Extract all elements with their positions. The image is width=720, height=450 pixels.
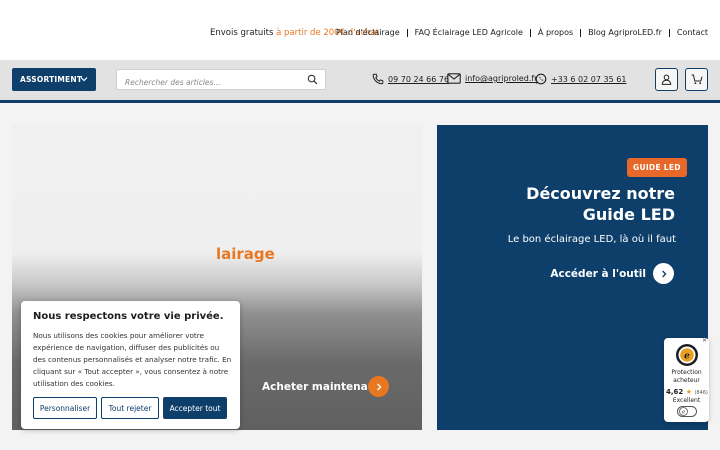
email-address: info@agriproled.fr (465, 74, 538, 83)
trust-rating: 4,62 ★ (846) (666, 388, 708, 396)
guide-badge: GUIDE LED (627, 158, 687, 177)
trust-review-count: (846) (694, 390, 708, 396)
search-icon[interactable] (307, 74, 318, 85)
guide-tool-button[interactable] (653, 263, 674, 284)
trusted-seal-icon: e (676, 344, 698, 366)
trust-verdict: Excellent (672, 397, 701, 404)
link-contact[interactable]: Contact (677, 28, 708, 37)
chevron-down-icon (80, 77, 88, 82)
link-lighting-plan[interactable]: Plan d'éclairage (336, 28, 400, 37)
phone-icon (372, 73, 384, 85)
link-faq[interactable]: FAQ Éclairage LED Agricole (415, 28, 523, 37)
trust-label: Protection acheteur (671, 369, 702, 384)
guide-tool-link[interactable]: Accéder à l'outil (550, 268, 646, 280)
whatsapp-contact[interactable]: +33 6 02 07 35 61 (535, 73, 626, 85)
top-links: Plan d'éclairage FAQ Éclairage LED Agric… (336, 28, 708, 37)
hero-partial-heading: lairage (216, 245, 275, 263)
svg-text:e: e (684, 352, 690, 362)
assortment-menu-button[interactable]: ASSORTIMENT (12, 68, 96, 91)
cookie-reject-button[interactable]: Tout rejeter (101, 397, 159, 419)
buy-now-button[interactable] (368, 376, 389, 397)
cookie-text: Nous utilisons des cookies pour améliore… (33, 331, 232, 388)
link-separator (580, 28, 582, 37)
search-box (116, 69, 326, 92)
email-contact[interactable]: info@agriproled.fr (447, 73, 537, 84)
user-icon (661, 74, 672, 85)
account-button[interactable] (655, 68, 678, 91)
nav-divider (0, 100, 720, 103)
cookie-accept-button[interactable]: Accepter tout (163, 397, 227, 419)
guide-title: Découvrez notre Guide LED (526, 184, 675, 224)
mail-icon (447, 73, 461, 84)
link-blog[interactable]: Blog AgriproLED.fr (588, 28, 662, 37)
cookie-consent-dialog: Nous respectons votre vie privée. Nous u… (21, 301, 240, 429)
close-icon[interactable]: ✕ (702, 337, 707, 344)
phone-number: 09 70 24 66 76 (388, 74, 450, 84)
cookie-title: Nous respectons votre vie privée. (33, 311, 224, 322)
trust-score: 4,62 (666, 388, 684, 396)
link-about[interactable]: À propos (538, 28, 573, 37)
star-icon: ★ (685, 388, 692, 396)
trust-toggle[interactable]: e (677, 406, 697, 417)
arrow-right-icon (661, 270, 667, 277)
link-separator (406, 28, 408, 37)
trust-badge[interactable]: ✕ e Protection acheteur 4,62 ★ (846) Exc… (664, 337, 709, 422)
phone-contact[interactable]: 09 70 24 66 76 (372, 73, 449, 85)
link-separator (668, 28, 670, 37)
assortment-label: ASSORTIMENT (20, 75, 83, 84)
arrow-right-icon (376, 383, 382, 390)
guide-subtitle: Le bon éclairage LED, là où il faut (507, 234, 676, 245)
buy-now-label[interactable]: Acheter maintenant (262, 381, 380, 393)
whatsapp-number: +33 6 02 07 35 61 (551, 74, 627, 84)
cookie-customize-button[interactable]: Personnaliser (33, 397, 97, 419)
whatsapp-icon (535, 73, 547, 85)
trusted-seal-icon: e (679, 407, 688, 416)
top-bar: Envois gratuits à partir de 200€ d'achat… (0, 0, 720, 60)
cart-icon (691, 74, 702, 85)
cart-button[interactable] (685, 68, 708, 91)
promo-prefix: Envois gratuits (210, 28, 274, 38)
link-separator (529, 28, 531, 37)
search-input[interactable] (117, 73, 297, 92)
